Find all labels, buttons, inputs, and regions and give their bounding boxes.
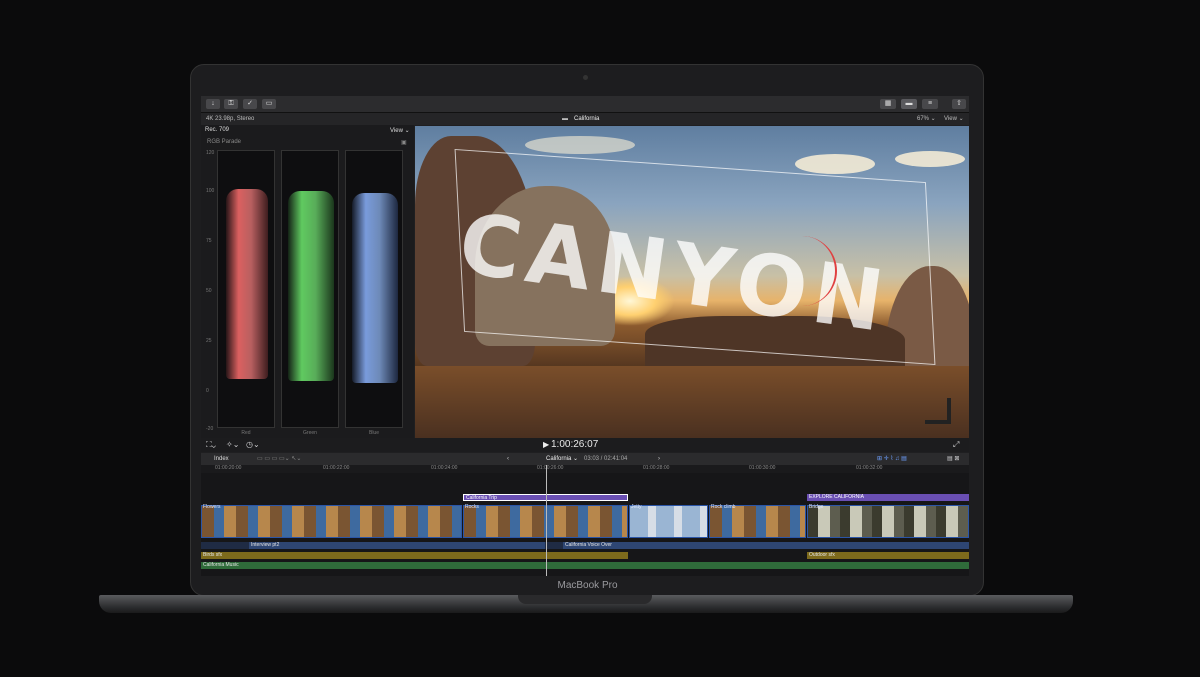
scale-label: 0	[206, 388, 209, 394]
zoom-level[interactable]: 67% ⌄	[917, 113, 936, 125]
waveform-blue	[345, 150, 403, 428]
scale-label: 100	[206, 188, 215, 194]
scope-view-menu[interactable]: View ⌄	[390, 127, 410, 134]
view-menu[interactable]: View ⌄	[944, 113, 964, 125]
timeline-tools[interactable]: ▭ ▭ ▭ ▭⌄ ↖⌄	[257, 453, 301, 465]
ruler-tick: 01:00:28:00	[643, 465, 670, 471]
timecode-display: 1:00:26:07	[551, 439, 599, 450]
video-viewer[interactable]: CANYON	[415, 126, 969, 438]
index-button[interactable]: Index	[214, 453, 229, 465]
device-brand: MacBook Pro	[557, 580, 618, 591]
enhance-icon[interactable]: ✧⌄	[226, 440, 239, 449]
timeline-project-menu[interactable]: California ⌄	[546, 453, 578, 465]
channel-label-blue: Blue	[368, 430, 379, 436]
clip-label: Bridge	[809, 504, 824, 510]
waveform-trace	[226, 189, 268, 379]
video-clip[interactable]	[807, 505, 969, 538]
inspector-icon[interactable]: ≡	[922, 99, 938, 109]
ruler-tick: 01:00:22:00	[323, 465, 350, 471]
scale-label: 75	[206, 238, 212, 244]
ruler-tick: 01:00:24:00	[431, 465, 458, 471]
playhead[interactable]	[546, 465, 547, 576]
scale-label: 50	[206, 288, 212, 294]
title-clip[interactable]: EXPLORE CALIFORNIA	[807, 494, 969, 501]
audio-clip[interactable]: California Voice Over	[563, 542, 969, 549]
timeline-ruler[interactable]: 01:00:20:00 01:00:22:00 01:00:24:00 01:0…	[201, 465, 969, 473]
cloud	[795, 154, 875, 174]
app-screen: ↓ ⚿ ✓ ▭ ▦ ▬ ≡ ⇧ 4K 23.98p, Stereo ▬ Cali…	[201, 96, 969, 576]
scale-label: 120	[206, 150, 215, 156]
scale-label: -20	[206, 426, 214, 432]
cloud	[525, 136, 635, 154]
speed-icon[interactable]: ◷⌄	[246, 440, 260, 449]
video-clip[interactable]	[201, 505, 462, 538]
share-icon[interactable]: ⇧	[952, 99, 966, 109]
timeline-position: 03:03 / 02:41:04	[584, 456, 628, 462]
ruler-tick: 01:00:26:00	[537, 465, 564, 471]
nav-forward-icon[interactable]: ›	[658, 453, 660, 465]
nav-back-icon[interactable]: ‹	[507, 453, 509, 465]
key-icon[interactable]: ⚿	[224, 99, 238, 109]
waveform-green	[281, 150, 339, 428]
audio-clip[interactable]: Outdoor sfx	[807, 552, 969, 559]
ruler-tick: 01:00:32:00	[856, 465, 883, 471]
clapper-icon: ▬	[562, 116, 568, 122]
play-icon[interactable]: ▶	[543, 440, 549, 449]
fullscreen-icon[interactable]: ⤢	[953, 440, 959, 450]
cloud	[895, 151, 965, 167]
laptop-notch	[518, 595, 652, 604]
clip-appearance-icon[interactable]: ▤ ⊠	[947, 453, 959, 465]
audio-clip[interactable]: Interview pt2	[249, 542, 545, 549]
crop-corner-icon	[925, 398, 951, 424]
camera-icon	[583, 75, 588, 80]
audio-clip[interactable]: Birds sfx	[201, 552, 628, 559]
clip-label: Jetty	[631, 504, 642, 510]
import-icon[interactable]: ↓	[206, 99, 220, 109]
grass-foreground	[415, 366, 969, 438]
tag-icon[interactable]: ▭	[262, 99, 276, 109]
clip-label: Flowers	[203, 504, 221, 510]
library-icon[interactable]: ▦	[880, 99, 896, 109]
audio-clip[interactable]: California Music	[201, 562, 969, 569]
ruler-tick: 01:00:30:00	[749, 465, 776, 471]
transform-icon[interactable]: ⛶⌄	[206, 440, 216, 450]
format-label: 4K 23.98p, Stereo	[206, 116, 255, 122]
clip-label: Rock climb	[711, 504, 736, 510]
channel-label-red: Red	[241, 430, 251, 436]
waveform-trace	[288, 191, 334, 381]
clip-label: Rocks	[465, 504, 479, 510]
waveform-trace	[352, 193, 398, 383]
check-icon[interactable]: ✓	[243, 99, 257, 109]
timeline-icon[interactable]: ▬	[901, 99, 917, 109]
color-standard: Rec. 709	[205, 127, 230, 133]
timeline-header: Index ▭ ▭ ▭ ▭⌄ ↖⌄ ‹ California ⌄ 03:03 /…	[201, 453, 969, 465]
ruler-tick: 01:00:20:00	[215, 465, 242, 471]
project-title: California	[574, 116, 600, 122]
channel-label-green: Green	[303, 430, 317, 436]
waveform-red	[217, 150, 275, 428]
timeline-right-tools[interactable]: ⊞ ✛ ⌇ ♫ ▤	[877, 453, 907, 465]
scope-name: RGB Parade	[207, 139, 242, 145]
viewer-info-bar: 4K 23.98p, Stereo ▬ California 67% ⌄ Vie…	[201, 113, 969, 125]
app-toolbar: ↓ ⚿ ✓ ▭ ▦ ▬ ≡ ⇧	[201, 96, 969, 113]
scale-label: 25	[206, 338, 212, 344]
scope-settings-icon[interactable]: ▣	[401, 139, 407, 146]
